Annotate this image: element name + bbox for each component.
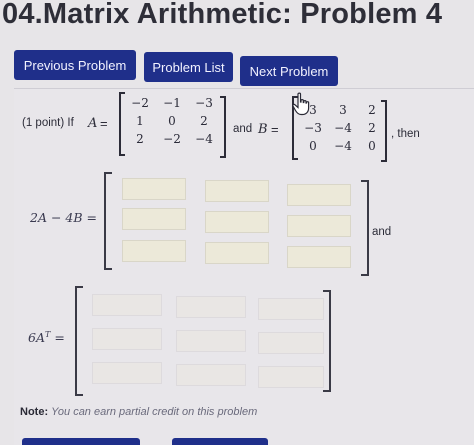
expr1-label: 2A − 4B = xyxy=(30,210,97,225)
answer1-r3c2-input[interactable] xyxy=(205,242,269,264)
answer2-r1c1-input[interactable] xyxy=(92,294,162,316)
matrix-a-cell: −4 xyxy=(195,132,213,146)
partial-credit-note: Note: You can earn partial credit on thi… xyxy=(20,406,257,418)
answer1-r1c3-input[interactable] xyxy=(287,184,351,206)
answer2-r2c3-input[interactable] xyxy=(258,332,324,354)
and-text: and xyxy=(372,226,392,238)
matrix-a-cell: −2 xyxy=(131,96,149,110)
matrix-a-cell: −1 xyxy=(163,96,181,110)
expr2-label: 6AT = xyxy=(28,330,65,346)
matrix-b-cell: −4 xyxy=(334,121,352,135)
matrix-b-cell: 3 xyxy=(339,103,347,117)
answer2-r3c1-input[interactable] xyxy=(92,362,162,384)
matrix-b-right-bracket xyxy=(381,100,387,162)
problem-list-button[interactable]: Problem List xyxy=(144,52,233,82)
answer1-r3c1-input[interactable] xyxy=(122,240,186,262)
hand-pointer-icon xyxy=(292,92,310,116)
equals-a: = xyxy=(100,116,108,131)
submit-answers-button[interactable] xyxy=(172,438,268,445)
preview-answers-button[interactable] xyxy=(22,438,140,445)
matrix-a-cell: 2 xyxy=(136,132,144,146)
note-text: You can earn partial credit on this prob… xyxy=(51,406,258,418)
answer1-right-bracket xyxy=(361,180,369,276)
answer2-r3c3-input[interactable] xyxy=(258,366,324,388)
matrix-a-cell: −3 xyxy=(195,96,213,110)
answer1-r2c3-input[interactable] xyxy=(287,215,351,237)
var-a-label: A xyxy=(88,116,98,131)
page-title: 04.Matrix Arithmetic: Problem 4 xyxy=(2,0,443,30)
matrix-a: −2 −1 −3 1 0 2 2 −2 −4 xyxy=(124,94,220,148)
matrix-b-cell: 0 xyxy=(309,139,317,153)
next-problem-button[interactable]: Next Problem xyxy=(240,56,338,86)
answer2-r1c3-input[interactable] xyxy=(258,298,324,320)
answer2-right-bracket xyxy=(323,290,331,392)
answer2-r2c2-input[interactable] xyxy=(176,330,246,352)
var-b-label: B xyxy=(258,122,268,137)
previous-problem-button[interactable]: Previous Problem xyxy=(14,50,136,80)
matrix-a-cell: 0 xyxy=(168,114,176,128)
answer1-r2c1-input[interactable] xyxy=(122,208,186,230)
answer2-left-bracket xyxy=(75,286,83,396)
answer1-r1c1-input[interactable] xyxy=(122,178,186,200)
answer2-r2c1-input[interactable] xyxy=(92,328,162,350)
and-b-text: and xyxy=(233,123,253,135)
equals-b: = xyxy=(271,122,279,137)
matrix-b-cell: −4 xyxy=(334,139,352,153)
matrix-b-cell: −3 xyxy=(304,121,322,135)
answer1-r2c2-input[interactable] xyxy=(205,211,269,233)
answer2-r1c2-input[interactable] xyxy=(176,296,246,318)
answer1-r1c2-input[interactable] xyxy=(205,180,269,202)
problem-area xyxy=(14,88,474,445)
matrix-a-cell: 1 xyxy=(136,114,144,128)
matrix-a-cell: 2 xyxy=(200,114,208,128)
matrix-a-cell: −2 xyxy=(163,132,181,146)
note-label: Note: xyxy=(20,406,49,418)
answer1-r3c3-input[interactable] xyxy=(287,246,351,268)
points-label: (1 point) If xyxy=(22,117,74,129)
answer2-r3c2-input[interactable] xyxy=(176,364,246,386)
then-text: , then xyxy=(391,128,420,140)
answer1-left-bracket xyxy=(104,172,112,270)
matrix-a-right-bracket xyxy=(220,96,226,158)
